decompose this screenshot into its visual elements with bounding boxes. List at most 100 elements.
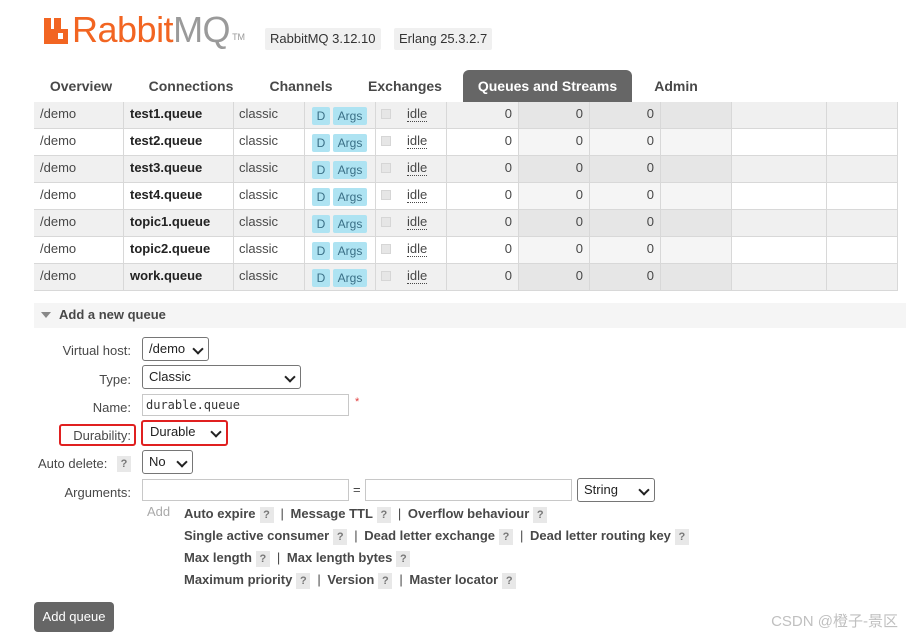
table-row: /demo test4.queue classic D Args idle 0 0 0: [34, 183, 898, 210]
table-cell: [661, 183, 732, 210]
durability-value: Durable: [150, 424, 196, 439]
durable-feature-tag: D: [312, 107, 330, 125]
messages-ready: 0: [504, 106, 512, 121]
messages-total: 0: [646, 106, 654, 121]
separator: |: [280, 506, 284, 521]
chevron-down-icon: [192, 343, 204, 355]
queue-type: classic: [239, 187, 279, 202]
help-icon[interactable]: ?: [502, 572, 517, 589]
queue-name-link[interactable]: test3.queue: [130, 160, 202, 175]
type-label: Type:: [99, 372, 131, 387]
help-icon[interactable]: ?: [333, 528, 348, 545]
auto-delete-value: No: [149, 454, 166, 469]
virtual-host-value: /demo: [149, 341, 186, 356]
args-feature-tag[interactable]: Args: [333, 161, 367, 179]
help-icon[interactable]: ?: [376, 506, 391, 523]
args-feature-tag[interactable]: Args: [333, 188, 367, 206]
queue-name-link[interactable]: work.queue: [130, 268, 202, 283]
virtual-host-select[interactable]: /demo: [142, 337, 209, 361]
queue-name-link[interactable]: topic1.queue: [130, 214, 210, 229]
queue-name-link[interactable]: test2.queue: [130, 133, 202, 148]
hint-overflow-behaviour[interactable]: Overflow behaviour: [408, 506, 529, 521]
queue-type: classic: [239, 241, 279, 256]
args-feature-tag[interactable]: Args: [333, 107, 367, 125]
tab-overview[interactable]: Overview: [33, 70, 129, 102]
messages-unacked: 0: [575, 187, 583, 202]
args-feature-tag[interactable]: Args: [333, 269, 367, 287]
add-queue-section-header[interactable]: Add a new queue: [34, 303, 906, 328]
separator: |: [317, 572, 321, 587]
logo-text-rabbit: Rabbit: [72, 9, 174, 50]
hint-auto-expire[interactable]: Auto expire: [184, 506, 256, 521]
checkbox-icon: [381, 244, 391, 254]
table-cell: [827, 156, 898, 183]
queue-vhost: /demo: [40, 133, 77, 148]
hint-version[interactable]: Version: [327, 572, 374, 587]
help-icon[interactable]: ?: [255, 550, 270, 567]
chevron-down-icon: [284, 371, 296, 383]
table-cell: [661, 264, 732, 291]
hint-dead-letter-exchange[interactable]: Dead letter exchange: [364, 528, 495, 543]
argument-value-input[interactable]: [365, 479, 572, 501]
hint-master-locator[interactable]: Master locator: [409, 572, 498, 587]
tab-connections[interactable]: Connections: [135, 70, 247, 102]
table-cell: [732, 183, 827, 210]
help-icon[interactable]: ?: [378, 572, 393, 589]
auto-delete-label: Auto delete:: [38, 456, 108, 471]
separator: |: [354, 528, 358, 543]
queue-type-select[interactable]: Classic: [142, 365, 301, 389]
argument-type-select[interactable]: String: [577, 478, 655, 502]
help-icon[interactable]: ?: [533, 506, 548, 523]
auto-delete-select[interactable]: No: [142, 450, 193, 474]
queue-name-link[interactable]: topic2.queue: [130, 241, 210, 256]
rabbitmq-logo[interactable]: Rabbit MQ TM: [44, 12, 245, 48]
messages-ready: 0: [504, 187, 512, 202]
help-icon[interactable]: ?: [499, 528, 514, 545]
help-icon[interactable]: ?: [259, 506, 274, 523]
argument-equals-sign: =: [353, 482, 361, 497]
queue-name-link[interactable]: test1.queue: [130, 106, 202, 121]
help-icon[interactable]: ?: [296, 572, 311, 589]
help-icon[interactable]: ?: [396, 550, 411, 567]
main-nav-tabs: Overview Connections Channels Exchanges …: [33, 70, 906, 102]
table-cell: [827, 264, 898, 291]
queue-vhost: /demo: [40, 160, 77, 175]
separator: |: [399, 572, 403, 587]
args-feature-tag[interactable]: Args: [333, 215, 367, 233]
messages-total: 0: [646, 133, 654, 148]
table-cell: [827, 237, 898, 264]
hint-single-active-consumer[interactable]: Single active consumer: [184, 528, 329, 543]
args-feature-tag[interactable]: Args: [333, 242, 367, 260]
table-cell: [661, 156, 732, 183]
queue-name-link[interactable]: test4.queue: [130, 187, 202, 202]
hint-max-length-bytes[interactable]: Max length bytes: [287, 550, 392, 565]
help-icon[interactable]: ?: [674, 528, 689, 545]
hint-maximum-priority[interactable]: Maximum priority: [184, 572, 292, 587]
hint-message-ttl[interactable]: Message TTL: [291, 506, 373, 521]
table-cell: [827, 129, 898, 156]
messages-ready: 0: [504, 160, 512, 175]
durable-feature-tag: D: [312, 161, 330, 179]
hint-max-length[interactable]: Max length: [184, 550, 252, 565]
auto-delete-help-icon[interactable]: ?: [117, 456, 131, 472]
checkbox-icon: [381, 217, 391, 227]
messages-total: 0: [646, 187, 654, 202]
tab-queues-and-streams[interactable]: Queues and Streams: [463, 70, 632, 102]
args-feature-tag[interactable]: Args: [333, 134, 367, 152]
messages-ready: 0: [504, 214, 512, 229]
argument-key-input[interactable]: [142, 479, 349, 501]
messages-total: 0: [646, 214, 654, 229]
tab-exchanges[interactable]: Exchanges: [360, 70, 450, 102]
tab-channels[interactable]: Channels: [258, 70, 344, 102]
queue-name-input[interactable]: durable.queue: [142, 394, 349, 416]
add-argument-link[interactable]: Add: [147, 504, 170, 519]
durability-select[interactable]: Durable: [144, 422, 226, 444]
table-cell: [661, 210, 732, 237]
hint-dead-letter-routing-key[interactable]: Dead letter routing key: [530, 528, 671, 543]
add-queue-button[interactable]: Add queue: [34, 602, 114, 632]
table-cell: [661, 102, 732, 129]
tab-admin[interactable]: Admin: [645, 70, 707, 102]
table-cell: [827, 102, 898, 129]
queue-type: classic: [239, 106, 279, 121]
queue-type-value: Classic: [149, 369, 191, 384]
